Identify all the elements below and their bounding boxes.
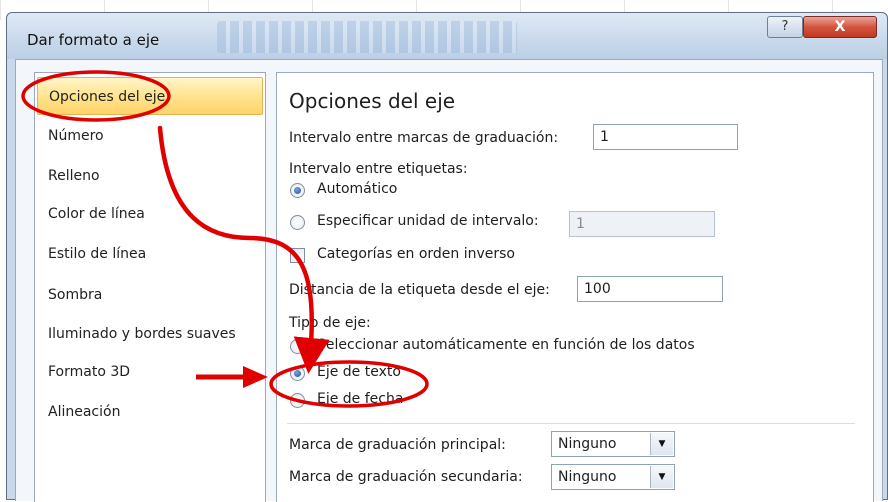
dialog-title: Dar formato a eje <box>27 31 160 49</box>
specify-interval-label: Especificar unidad de intervalo: <box>317 213 539 229</box>
tick-interval-input[interactable]: 1 <box>593 124 738 150</box>
sidebar-item-line-style[interactable]: Estilo de línea <box>37 235 263 273</box>
major-tick-label: Marca de graduación principal: <box>289 437 506 453</box>
dialog-content: Opciones del eje Número Relleno Color de… <box>15 59 883 502</box>
radio-date-axis[interactable] <box>290 393 305 408</box>
radio-axis-auto[interactable] <box>290 339 305 354</box>
axis-type-heading: Tipo de eje: <box>289 315 371 331</box>
radio-auto-interval[interactable] <box>290 183 305 198</box>
sidebar-item-label: Iluminado y bordes suaves <box>48 326 236 342</box>
axis-options-panel: Opciones del eje Intervalo entre marcas … <box>276 72 874 502</box>
sidebar-item-label: Formato 3D <box>48 364 131 380</box>
sidebar-item-number[interactable]: Número <box>37 117 263 155</box>
title-bar-glass <box>217 21 517 53</box>
sidebar-item-3d-format[interactable]: Formato 3D <box>37 353 263 391</box>
format-axis-dialog: Dar formato a eje ? X Opciones del eje N… <box>6 12 888 502</box>
category-sidebar: Opciones del eje Número Relleno Color de… <box>34 72 266 502</box>
close-button[interactable]: X <box>803 16 877 38</box>
minor-tick-value: Ninguno <box>558 469 617 485</box>
sidebar-item-alignment[interactable]: Alineación <box>37 393 263 431</box>
sidebar-item-label: Relleno <box>48 168 100 184</box>
radio-specify-interval[interactable] <box>290 215 305 230</box>
label-distance-input[interactable]: 100 <box>577 276 723 302</box>
label-distance-label: Distancia de la etiqueta desde el eje: <box>289 282 550 298</box>
axis-auto-label: Seleccionar automáticamente en función d… <box>317 337 695 353</box>
sidebar-item-label: Alineación <box>48 404 121 420</box>
sidebar-item-label: Estilo de línea <box>48 246 147 262</box>
help-button[interactable]: ? <box>767 16 803 38</box>
sidebar-item-fill[interactable]: Relleno <box>37 157 263 195</box>
label-interval-heading: Intervalo entre etiquetas: <box>289 161 468 177</box>
minor-tick-select[interactable]: Ninguno ▼ <box>551 464 675 490</box>
sidebar-item-glow-soft-edges[interactable]: Iluminado y bordes suaves <box>37 315 263 353</box>
reverse-order-checkbox[interactable] <box>290 248 305 263</box>
text-axis-label: Eje de texto <box>317 364 401 380</box>
date-axis-label: Eje de fecha <box>317 391 404 407</box>
specify-interval-input[interactable]: 1 <box>569 211 715 237</box>
minor-tick-label: Marca de graduación secundaria: <box>289 469 523 485</box>
section-divider <box>287 423 855 424</box>
sidebar-item-axis-options[interactable]: Opciones del eje <box>37 77 263 115</box>
auto-interval-label: Automático <box>317 181 398 197</box>
dropdown-arrow-icon[interactable]: ▼ <box>650 433 673 455</box>
tick-interval-label: Intervalo entre marcas de graduación: <box>289 130 559 146</box>
sidebar-item-line-color[interactable]: Color de línea <box>37 195 263 233</box>
sidebar-item-shadow[interactable]: Sombra <box>37 276 263 314</box>
reverse-order-label: Categorías en orden inverso <box>317 246 515 262</box>
section-title: Opciones del eje <box>289 89 456 113</box>
sidebar-item-label: Sombra <box>48 287 103 303</box>
major-tick-select[interactable]: Ninguno ▼ <box>551 431 675 457</box>
major-tick-value: Ninguno <box>558 436 617 452</box>
radio-text-axis[interactable] <box>290 366 305 381</box>
sidebar-item-label: Número <box>48 128 104 144</box>
dropdown-arrow-icon[interactable]: ▼ <box>650 466 673 488</box>
title-bar[interactable]: Dar formato a eje ? X <box>7 13 887 59</box>
sidebar-item-label: Color de línea <box>48 206 145 222</box>
sidebar-item-label: Opciones del eje <box>49 89 166 105</box>
